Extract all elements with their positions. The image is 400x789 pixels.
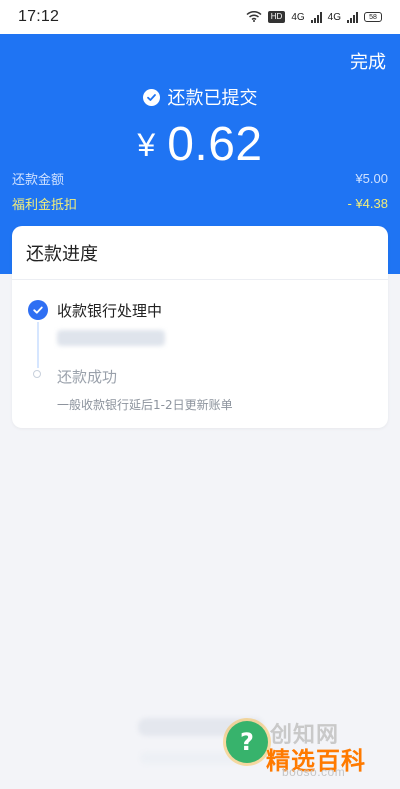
network-label-2: 4G (327, 11, 341, 23)
repayment-progress-card: 还款进度 收款银行处理中 还款成功 一般收款银行延后1-2日更新账单 (12, 226, 388, 428)
status-time: 17:12 (18, 8, 60, 25)
submitted-status: 还款已提交 (0, 84, 400, 110)
repayment-result-screen: 17:12 HD 4G 4G 58 完成 还款已提交 ¥ 0.62 还款金额 ¥… (0, 0, 400, 789)
progress-title: 还款进度 (12, 226, 388, 280)
step-success-subtitle: 一般收款银行延后1-2日更新账单 (57, 398, 233, 412)
site-watermark: ? 创知网 精选百科 booso.com (226, 707, 390, 781)
step-processing-redacted-detail (57, 330, 165, 346)
repayment-amount: ¥ 0.62 (0, 117, 400, 172)
battery-level: 58 (369, 13, 377, 21)
battery-icon: 58 (364, 12, 382, 22)
done-button[interactable]: 完成 (350, 48, 386, 74)
amount-value: 0.62 (167, 118, 263, 171)
currency-symbol: ¥ (137, 127, 156, 163)
step-success-title: 还款成功 (57, 368, 118, 386)
network-label-1: 4G (291, 11, 305, 23)
repayment-amount-value: ¥5.00 (355, 171, 388, 186)
check-circle-icon (142, 88, 160, 106)
repayment-amount-label: 还款金额 (12, 173, 65, 188)
submitted-text: 还款已提交 (167, 88, 258, 109)
progress-steps: 收款银行处理中 还款成功 一般收款银行延后1-2日更新账单 (12, 280, 388, 428)
status-bar: 17:12 HD 4G 4G 58 (0, 0, 400, 34)
progress-connector (37, 322, 39, 368)
discount-value: - ¥4.38 (347, 196, 388, 211)
wifi-icon (246, 10, 262, 25)
watermark-domain: booso.com (282, 765, 346, 779)
hd-badge: HD (267, 11, 286, 23)
step-processing-title: 收款银行处理中 (57, 302, 163, 320)
status-indicators: HD 4G 4G 58 (246, 10, 382, 25)
discount-label: 福利金抵扣 (12, 198, 78, 213)
question-circle-icon: ? (226, 721, 268, 763)
repayment-amount-row: 还款金额 ¥5.00 (12, 169, 388, 188)
check-icon (28, 300, 48, 320)
circle-outline-icon (33, 370, 41, 378)
signal-icon (310, 11, 322, 23)
signal-icon (347, 11, 358, 23)
discount-row: 福利金抵扣 - ¥4.38 (12, 194, 388, 213)
